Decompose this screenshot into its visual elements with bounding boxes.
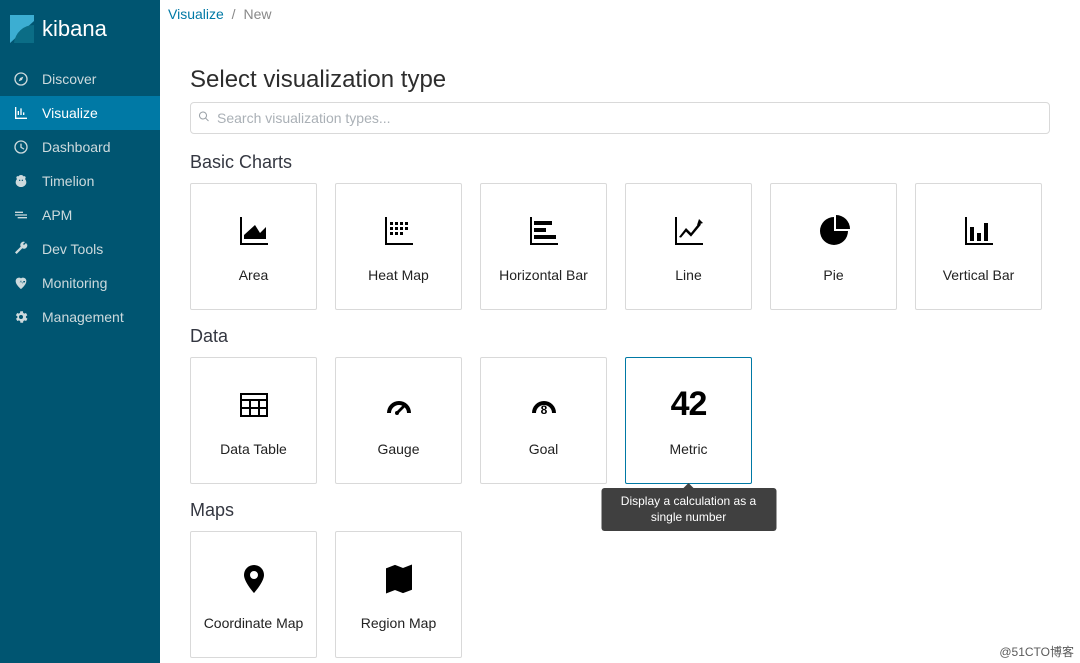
gauge-icon	[379, 385, 419, 425]
page-title: Select visualization type	[190, 66, 1050, 94]
sidebar-item-label: Timelion	[42, 173, 94, 189]
sidebar-item-label: Monitoring	[42, 275, 107, 291]
card-label: Area	[239, 267, 269, 283]
card-horizontal-bar[interactable]: Horizontal Bar	[480, 183, 607, 310]
sidebar-item-label: Management	[42, 309, 124, 325]
card-label: Coordinate Map	[204, 615, 304, 631]
breadcrumb: Visualize / New	[160, 0, 1080, 22]
gear-icon	[12, 308, 30, 326]
sidebar-item-label: Dashboard	[42, 139, 111, 155]
sidebar-item-label: APM	[42, 207, 72, 223]
card-label: Pie	[823, 267, 843, 283]
main-area: Visualize / New Select visualization typ…	[160, 0, 1080, 663]
search-icon	[198, 111, 210, 126]
kibana-logo-icon	[10, 15, 34, 43]
card-label: Goal	[529, 441, 559, 457]
sidebar: kibana Discover Visualize Dashboard Time…	[0, 0, 160, 663]
line-chart-icon	[669, 211, 709, 251]
card-area[interactable]: Area	[190, 183, 317, 310]
card-gauge[interactable]: Gauge	[335, 357, 462, 484]
card-region-map[interactable]: Region Map	[335, 531, 462, 658]
sidebar-item-discover[interactable]: Discover	[0, 62, 160, 96]
sidebar-item-label: Discover	[42, 71, 96, 87]
bar-chart-icon	[12, 104, 30, 122]
metric-number: 42	[671, 385, 707, 424]
section-label-basic: Basic Charts	[190, 152, 1050, 173]
card-line[interactable]: Line	[625, 183, 752, 310]
pie-chart-icon	[814, 211, 854, 251]
card-label: Data Table	[220, 441, 287, 457]
card-label: Horizontal Bar	[499, 267, 588, 283]
card-goal[interactable]: 8 Goal	[480, 357, 607, 484]
sidebar-item-management[interactable]: Management	[0, 300, 160, 334]
section-label-data: Data	[190, 326, 1050, 347]
sidebar-item-timelion[interactable]: Timelion	[0, 164, 160, 198]
cards-basic: Area Heat Map Horizontal Bar Line Pie Ve…	[190, 183, 1050, 310]
brand-logo[interactable]: kibana	[0, 0, 160, 58]
goal-icon: 8	[524, 385, 564, 425]
compass-icon	[12, 70, 30, 88]
sidebar-item-apm[interactable]: APM	[0, 198, 160, 232]
card-label: Region Map	[361, 615, 437, 631]
sidebar-item-monitoring[interactable]: Monitoring	[0, 266, 160, 300]
card-label: Vertical Bar	[943, 267, 1015, 283]
card-vertical-bar[interactable]: Vertical Bar	[915, 183, 1042, 310]
breadcrumb-current: New	[243, 6, 271, 22]
brand-name: kibana	[42, 16, 107, 42]
vertical-bar-icon	[959, 211, 999, 251]
sidebar-nav: Discover Visualize Dashboard Timelion AP…	[0, 58, 160, 334]
watermark: @51CTO博客	[999, 643, 1074, 660]
content: Select visualization type Basic Charts A…	[160, 22, 1080, 663]
pin-icon	[234, 559, 274, 599]
breadcrumb-root[interactable]: Visualize	[168, 6, 224, 22]
sidebar-item-label: Dev Tools	[42, 241, 103, 257]
metric-tooltip: Display a calculation as a single number	[601, 488, 776, 531]
card-label: Line	[675, 267, 701, 283]
sidebar-item-visualize[interactable]: Visualize	[0, 96, 160, 130]
card-label: Gauge	[377, 441, 419, 457]
search-wrap	[190, 102, 1050, 134]
wrench-icon	[12, 240, 30, 258]
svg-text:8: 8	[540, 403, 547, 417]
breadcrumb-sep: /	[232, 6, 236, 22]
map-icon	[379, 559, 419, 599]
sidebar-item-label: Visualize	[42, 105, 98, 121]
table-icon	[234, 385, 274, 425]
area-chart-icon	[234, 211, 274, 251]
apm-icon	[12, 206, 30, 224]
sidebar-item-dashboard[interactable]: Dashboard	[0, 130, 160, 164]
card-pie[interactable]: Pie	[770, 183, 897, 310]
sidebar-item-devtools[interactable]: Dev Tools	[0, 232, 160, 266]
clock-icon	[12, 138, 30, 156]
metric-icon: 42	[669, 385, 709, 425]
horizontal-bar-icon	[524, 211, 564, 251]
card-heatmap[interactable]: Heat Map	[335, 183, 462, 310]
card-label: Heat Map	[368, 267, 429, 283]
lion-icon	[12, 172, 30, 190]
heartbeat-icon	[12, 274, 30, 292]
card-metric[interactable]: 42 Metric Display a calculation as a sin…	[625, 357, 752, 484]
search-input[interactable]	[190, 102, 1050, 134]
cards-data: Data Table Gauge 8 Goal 42 Metric Displa…	[190, 357, 1050, 484]
card-label: Metric	[669, 441, 707, 457]
heatmap-icon	[379, 211, 419, 251]
card-coordinate-map[interactable]: Coordinate Map	[190, 531, 317, 658]
cards-maps: Coordinate Map Region Map	[190, 531, 1050, 658]
card-data-table[interactable]: Data Table	[190, 357, 317, 484]
